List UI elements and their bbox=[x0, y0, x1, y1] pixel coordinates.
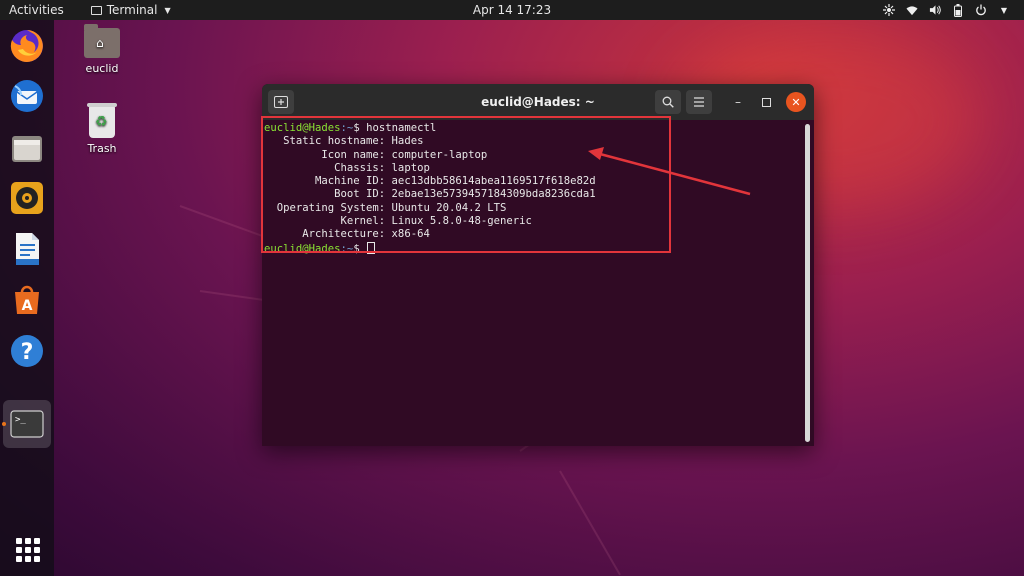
annotation-arrow bbox=[588, 147, 751, 196]
